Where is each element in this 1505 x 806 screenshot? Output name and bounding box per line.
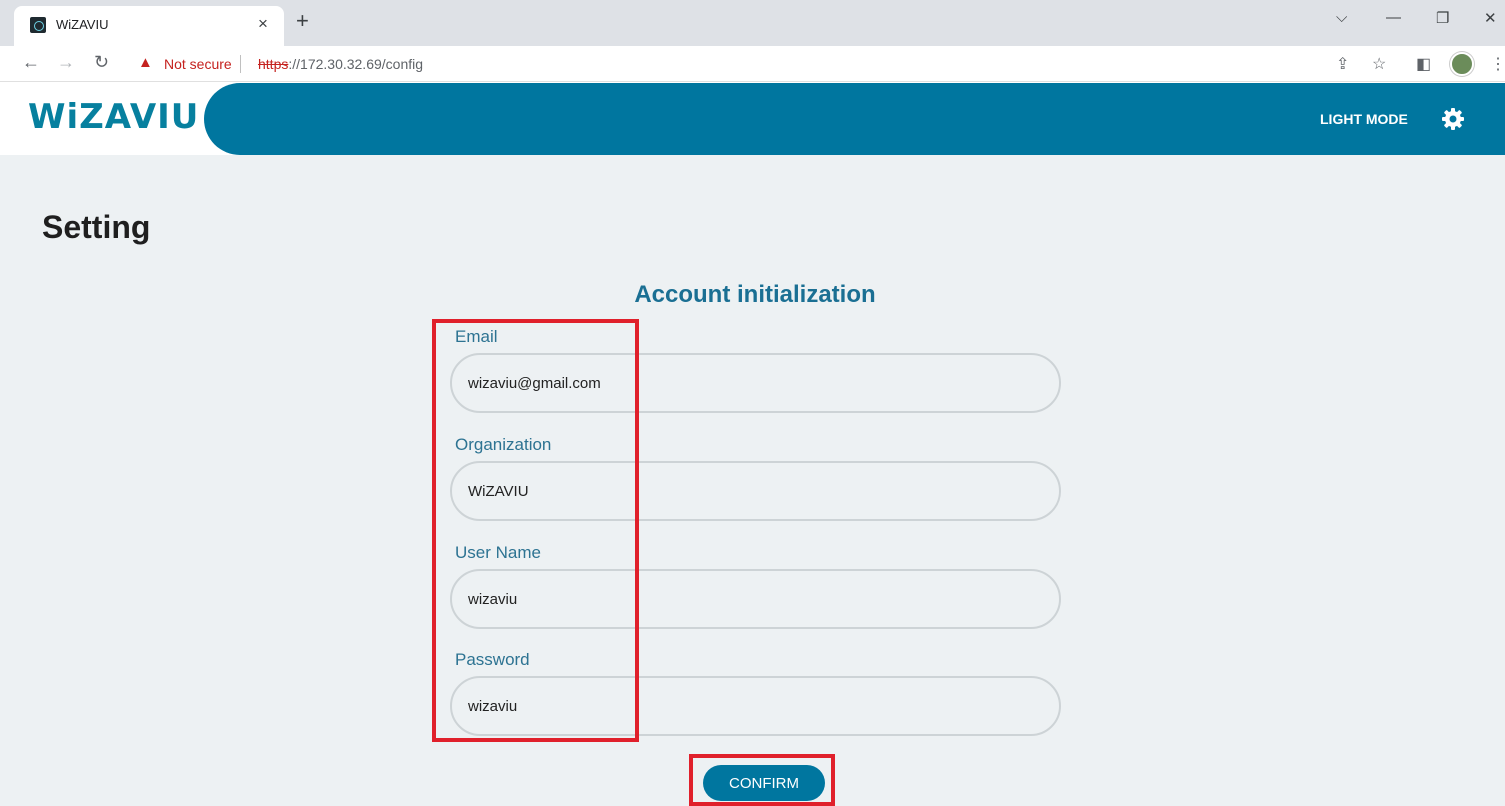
header-bar bbox=[204, 83, 1505, 155]
light-mode-toggle[interactable]: LIGHT MODE bbox=[1320, 111, 1408, 127]
back-arrow-icon[interactable]: ← bbox=[22, 52, 40, 73]
restore-icon[interactable]: ❐ bbox=[1436, 9, 1449, 27]
logo: WiZAVIU bbox=[28, 97, 200, 137]
favicon-icon bbox=[30, 17, 46, 33]
page-title: Setting bbox=[42, 209, 151, 245]
profile-avatar[interactable] bbox=[1450, 52, 1474, 76]
omnibox-divider bbox=[240, 55, 241, 73]
menu-dots-icon[interactable]: ⋮ bbox=[1490, 54, 1505, 74]
reload-icon[interactable]: ↻ bbox=[94, 52, 109, 73]
url-text[interactable]: https://172.30.32.69/config bbox=[258, 56, 423, 72]
share-icon[interactable]: ⇪ bbox=[1336, 54, 1349, 74]
gear-icon[interactable] bbox=[1441, 107, 1465, 131]
browser-tab[interactable]: WiZAVIU × bbox=[14, 6, 284, 46]
url-path: ://172.30.32.69/config bbox=[288, 56, 424, 72]
bookmark-star-icon[interactable]: ☆ bbox=[1372, 54, 1386, 74]
tab-search-icon[interactable]: ⌵ bbox=[1336, 9, 1347, 26]
tab-title: WiZAVIU bbox=[56, 17, 109, 32]
new-tab-button[interactable]: + bbox=[296, 10, 309, 32]
tab-close-icon[interactable]: × bbox=[258, 14, 268, 34]
url-protocol: https bbox=[258, 56, 289, 72]
warning-icon: ▲ bbox=[138, 54, 153, 71]
forward-arrow-icon[interactable]: → bbox=[57, 52, 75, 73]
confirm-highlight-box bbox=[689, 754, 835, 806]
close-window-icon[interactable]: ✕ bbox=[1484, 9, 1497, 27]
section-title: Account initialization bbox=[634, 281, 876, 308]
not-secure-label: Not secure bbox=[164, 56, 232, 72]
minimize-icon[interactable]: — bbox=[1386, 9, 1401, 26]
address-bar[interactable]: ▲ Not secure https://172.30.32.69/config bbox=[126, 50, 1351, 78]
side-panel-icon[interactable]: ◧ bbox=[1416, 54, 1431, 74]
app-page: WiZAVIU LIGHT MODE Setting Account initi… bbox=[0, 83, 1505, 806]
fields-highlight-box bbox=[432, 319, 639, 742]
browser-tabstrip: WiZAVIU × + ⌵ — ❐ ✕ bbox=[0, 0, 1505, 46]
browser-toolbar: ← → ↻ ▲ Not secure https://172.30.32.69/… bbox=[0, 46, 1505, 82]
app-header: WiZAVIU LIGHT MODE bbox=[0, 83, 1505, 155]
